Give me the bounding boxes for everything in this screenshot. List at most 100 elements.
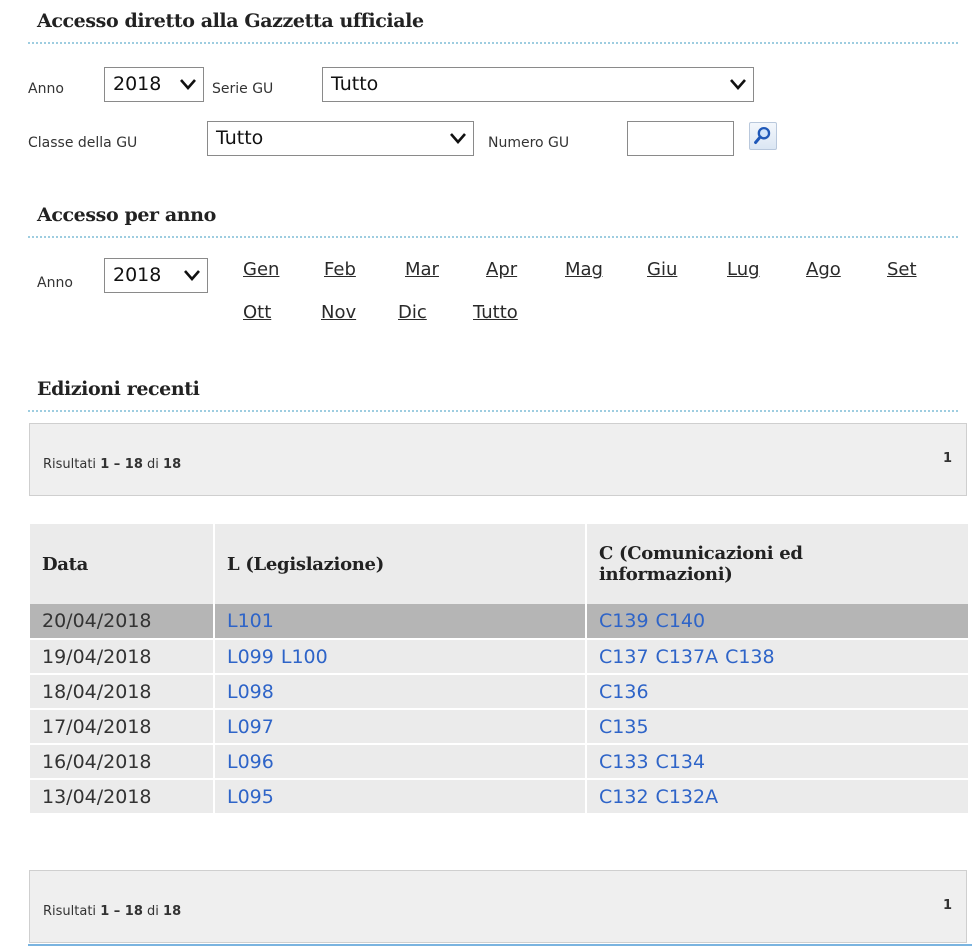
cell-legislazione: L101 xyxy=(213,604,586,640)
month-link-giu[interactable]: Giu xyxy=(647,259,677,280)
month-link-lug[interactable]: Lug xyxy=(727,259,760,280)
serie-select-value: Tutto xyxy=(331,73,379,95)
month-link-set[interactable]: Set xyxy=(887,259,917,280)
search-button[interactable] xyxy=(749,122,777,150)
edition-link[interactable]: C138 xyxy=(725,646,775,668)
classe-select-value: Tutto xyxy=(216,127,264,149)
month-link-apr[interactable]: Apr xyxy=(486,259,517,280)
edition-link[interactable]: C140 xyxy=(656,610,706,632)
month-link-nov[interactable]: Nov xyxy=(321,302,356,323)
edition-link[interactable]: L100 xyxy=(281,646,328,668)
cell-date: 19/04/2018 xyxy=(30,639,214,675)
cell-comunicazioni: C139 C140 xyxy=(585,604,968,640)
cell-comunicazioni: C132 C132A xyxy=(585,779,968,815)
cell-legislazione: L097 xyxy=(213,709,586,745)
edition-link[interactable]: C137 xyxy=(599,646,649,668)
anno-label: Anno xyxy=(37,275,73,291)
edition-link[interactable]: C136 xyxy=(599,681,649,703)
edition-link[interactable]: C132A xyxy=(656,786,719,808)
cell-legislazione: L099 L100 xyxy=(213,639,586,675)
column-header-legislazione: L (Legislazione) xyxy=(213,524,586,604)
table-row: 18/04/2018 L098 C136 xyxy=(30,674,968,710)
cell-legislazione: L098 xyxy=(213,674,586,710)
recent-editions-title: Edizioni recenti xyxy=(37,378,200,400)
table-row: 20/04/2018 L101 C139 C140 xyxy=(30,604,968,640)
edition-link[interactable]: C139 xyxy=(599,610,649,632)
results-range: 1 – 18 xyxy=(100,457,143,472)
cell-date: 17/04/2018 xyxy=(30,709,214,745)
results-range: 1 – 18 xyxy=(100,904,143,919)
anno-select[interactable]: 2018 xyxy=(104,67,204,102)
cell-legislazione: L095 xyxy=(213,779,586,815)
edition-link[interactable]: C134 xyxy=(656,751,706,773)
cell-legislazione: L096 xyxy=(213,744,586,780)
year-access-title: Accesso per anno xyxy=(37,204,216,226)
month-link-gen[interactable]: Gen xyxy=(243,259,279,280)
serie-select[interactable]: Tutto xyxy=(322,67,754,102)
results-pager-bottom: Risultati 1 – 18 di 18 1 xyxy=(29,870,967,943)
results-summary: Risultati 1 – 18 di 18 xyxy=(43,904,181,919)
classe-label: Classe della GU xyxy=(28,135,138,151)
column-header-data: Data xyxy=(30,524,214,604)
section-divider xyxy=(28,42,958,44)
edition-link[interactable]: C137A xyxy=(656,646,719,668)
cell-comunicazioni: C136 xyxy=(585,674,968,710)
classe-select[interactable]: Tutto xyxy=(207,121,474,156)
serie-label: Serie GU xyxy=(212,81,274,97)
chevron-down-icon xyxy=(184,270,200,281)
results-summary: Risultati 1 – 18 di 18 xyxy=(43,457,181,472)
table-row: 17/04/2018 L097 C135 xyxy=(30,709,968,745)
month-link-tutto[interactable]: Tutto xyxy=(473,302,518,323)
section-divider xyxy=(28,236,958,238)
search-icon xyxy=(754,126,771,144)
year-select[interactable]: 2018 xyxy=(104,258,208,293)
table-header-row: Data L (Legislazione) C (Comunicazioni e… xyxy=(30,524,968,604)
results-prefix: Risultati xyxy=(43,904,97,919)
numero-label: Numero GU xyxy=(488,135,570,151)
month-link-ago[interactable]: Ago xyxy=(806,259,841,280)
numero-input[interactable] xyxy=(627,121,734,156)
month-link-mar[interactable]: Mar xyxy=(405,259,439,280)
month-link-mag[interactable]: Mag xyxy=(565,259,603,280)
direct-access-title: Accesso diretto alla Gazzetta ufficiale xyxy=(37,10,424,32)
editions-table: Data L (Legislazione) C (Comunicazioni e… xyxy=(30,524,968,815)
month-link-feb[interactable]: Feb xyxy=(324,259,356,280)
cell-date: 13/04/2018 xyxy=(30,779,214,815)
chevron-down-icon xyxy=(730,79,746,90)
column-header-comunicazioni-text: C (Comunicazioni ed informazioni) xyxy=(599,543,803,585)
edition-link[interactable]: L095 xyxy=(227,786,274,808)
month-link-dic[interactable]: Dic xyxy=(398,302,427,323)
results-of: di xyxy=(147,457,159,472)
table-row: 13/04/2018 L095 C132 C132A xyxy=(30,779,968,815)
page-link-1[interactable]: 1 xyxy=(943,898,952,913)
month-link-ott[interactable]: Ott xyxy=(243,302,271,323)
table-row: 16/04/2018 L096 C133 C134 xyxy=(30,744,968,780)
year-select-value: 2018 xyxy=(113,264,162,286)
chevron-down-icon xyxy=(180,79,196,90)
cell-date: 18/04/2018 xyxy=(30,674,214,710)
cell-date: 20/04/2018 xyxy=(30,604,214,640)
edition-link[interactable]: C135 xyxy=(599,716,649,738)
cell-comunicazioni: C137 C137A C138 xyxy=(585,639,968,675)
edition-link[interactable]: L099 xyxy=(227,646,274,668)
cell-comunicazioni: C135 xyxy=(585,709,968,745)
page-link-1[interactable]: 1 xyxy=(943,451,952,466)
edition-link[interactable]: C132 xyxy=(599,786,649,808)
table-row: 19/04/2018 L099 L100 C137 C137A C138 xyxy=(30,639,968,675)
edition-link[interactable]: L097 xyxy=(227,716,274,738)
anno-label: Anno xyxy=(28,81,64,97)
footer-divider xyxy=(28,944,972,946)
results-total: 18 xyxy=(163,457,182,472)
section-divider xyxy=(28,410,958,412)
chevron-down-icon xyxy=(450,133,466,144)
edition-link[interactable]: L101 xyxy=(227,610,274,632)
results-of: di xyxy=(147,904,159,919)
edition-link[interactable]: L098 xyxy=(227,681,274,703)
results-pager-top: Risultati 1 – 18 di 18 1 xyxy=(29,423,967,496)
anno-select-value: 2018 xyxy=(113,73,162,95)
edition-link[interactable]: L096 xyxy=(227,751,274,773)
column-header-comunicazioni: C (Comunicazioni ed informazioni) xyxy=(585,524,968,604)
edition-link[interactable]: C133 xyxy=(599,751,649,773)
results-total: 18 xyxy=(163,904,182,919)
cell-comunicazioni: C133 C134 xyxy=(585,744,968,780)
